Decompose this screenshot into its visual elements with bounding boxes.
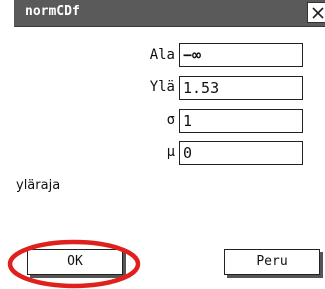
normcdf-dialog: normCDf Ala −∞ Ylä 1.53 σ 1 μ 0 yläraja … — [0, 0, 325, 289]
sigma-label: σ — [166, 112, 175, 128]
mu-label: μ — [166, 144, 175, 160]
ok-button[interactable]: OK — [27, 249, 123, 275]
dialog-titlebar: normCDf — [14, 0, 325, 27]
close-button[interactable] — [307, 2, 325, 23]
lower-bound-input[interactable]: −∞ — [179, 43, 303, 67]
cancel-button[interactable]: Peru — [224, 249, 320, 275]
upper-bound-label: Ylä — [149, 79, 175, 95]
upper-bound-input[interactable]: 1.53 — [179, 76, 303, 100]
field-hint-text: yläraja — [16, 178, 61, 193]
lower-bound-label: Ala — [149, 47, 175, 63]
mu-input[interactable]: 0 — [179, 141, 303, 165]
close-icon — [312, 7, 324, 19]
dialog-title: normCDf — [25, 4, 80, 19]
sigma-input[interactable]: 1 — [179, 109, 303, 133]
